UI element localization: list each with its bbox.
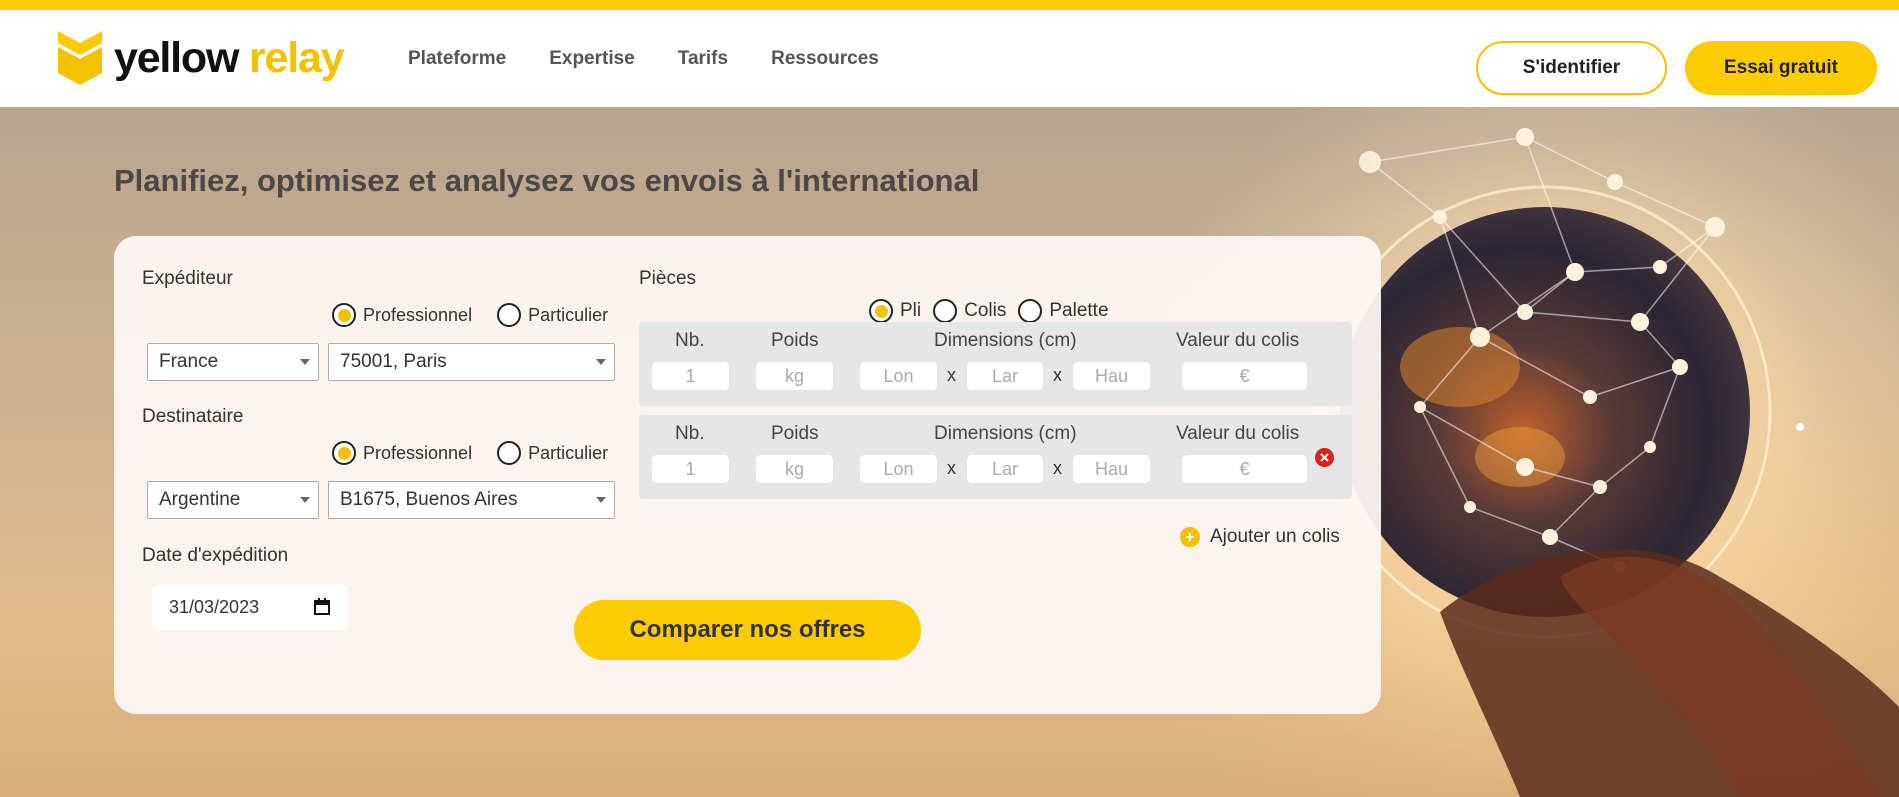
radio-label: Palette xyxy=(1049,300,1109,321)
brand-wordmark: yellow relay xyxy=(114,33,345,82)
radio-unselected-icon xyxy=(933,299,958,323)
dimension-separator: x xyxy=(947,365,956,385)
top-accent-stripe xyxy=(0,0,1899,10)
col-header-dimensions: Dimensions (cm) xyxy=(934,423,1077,444)
dimension-separator: x xyxy=(947,458,956,478)
col-header-weight: Poids xyxy=(771,330,819,351)
recipient-country-select[interactable]: Argentine xyxy=(147,481,319,519)
radio-selected-icon xyxy=(332,441,356,465)
parcel-width-input[interactable]: Lar xyxy=(967,455,1043,483)
recipient-type-group: Professionnel Particulier xyxy=(332,441,633,465)
col-header-dimensions: Dimensions (cm) xyxy=(934,330,1077,351)
recipient-label: Destinataire xyxy=(142,406,244,427)
add-parcel-button[interactable]: Ajouter un colis xyxy=(1180,526,1340,548)
parcel-row-1: Nb. Poids Dimensions (cm) Valeur du coli… xyxy=(639,322,1352,406)
nav-item-tarifs[interactable]: Tarifs xyxy=(678,48,728,70)
col-header-nb: Nb. xyxy=(675,330,705,351)
brand-word-yellow: yellow xyxy=(114,33,239,82)
close-icon xyxy=(1320,453,1329,462)
chevron-logo-icon xyxy=(58,31,102,85)
sender-type-individual[interactable]: Particulier xyxy=(497,303,608,327)
calendar-icon xyxy=(314,598,330,615)
sender-city-select[interactable]: 75001, Paris xyxy=(328,343,615,381)
col-header-weight: Poids xyxy=(771,423,819,444)
main-nav: Plateforme Expertise Tarifs Ressources xyxy=(408,48,922,70)
recipient-type-individual[interactable]: Particulier xyxy=(497,441,608,465)
col-header-value: Valeur du colis xyxy=(1176,330,1300,351)
select-value: France xyxy=(159,351,219,372)
chevron-down-icon xyxy=(596,497,606,503)
chevron-down-icon xyxy=(596,359,606,365)
col-header-value: Valeur du colis xyxy=(1176,423,1300,444)
parcel-length-input[interactable]: Lon xyxy=(860,455,937,483)
chevron-down-icon xyxy=(300,359,310,365)
parcel-value-input[interactable]: € xyxy=(1182,362,1307,390)
sender-type-group: Professionnel Particulier xyxy=(332,303,633,327)
free-trial-button[interactable]: Essai gratuit xyxy=(1685,41,1877,95)
parcel-value-input[interactable]: € xyxy=(1182,455,1307,483)
pieces-label: Pièces xyxy=(639,268,697,289)
parcel-count-input[interactable]: 1 xyxy=(652,362,729,390)
parcel-length-input[interactable]: Lon xyxy=(860,362,937,390)
parcel-row-2: Nb. Poids Dimensions (cm) Valeur du coli… xyxy=(639,415,1352,499)
parcel-count-input[interactable]: 1 xyxy=(652,455,729,483)
nav-item-ressources[interactable]: Ressources xyxy=(771,48,879,70)
radio-label: Colis xyxy=(964,300,1007,321)
chevron-down-icon xyxy=(300,497,310,503)
brand-logo[interactable]: yellow relay xyxy=(58,30,345,86)
recipient-type-professional[interactable]: Professionnel xyxy=(332,441,472,465)
dimension-separator: x xyxy=(1053,365,1062,385)
nav-item-expertise[interactable]: Expertise xyxy=(549,48,635,70)
parcel-weight-input[interactable]: kg xyxy=(756,362,833,390)
sender-country-select[interactable]: France xyxy=(147,343,319,381)
radio-selected-icon xyxy=(869,299,893,323)
login-button[interactable]: S'identifier xyxy=(1476,41,1667,95)
radio-label: Professionnel xyxy=(363,304,473,325)
compare-offers-button[interactable]: Comparer nos offres xyxy=(574,600,921,660)
parcel-weight-input[interactable]: kg xyxy=(756,455,833,483)
piece-type-parcel[interactable]: Colis xyxy=(933,299,1006,323)
shipment-quote-form: Expéditeur Professionnel Particulier Fra… xyxy=(114,236,1381,714)
remove-parcel-button[interactable] xyxy=(1315,448,1334,467)
site-header: yellow relay Plateforme Expertise Tarifs… xyxy=(0,10,1899,107)
hero-section: Planifiez, optimisez et analysez vos env… xyxy=(0,107,1899,797)
radio-label: Particulier xyxy=(528,442,609,463)
radio-selected-icon xyxy=(332,303,356,327)
sender-label: Expéditeur xyxy=(142,268,233,289)
col-header-nb: Nb. xyxy=(675,423,705,444)
plus-icon xyxy=(1180,527,1200,547)
piece-type-envelope[interactable]: Pli xyxy=(869,299,921,323)
select-value: B1675, Buenos Aires xyxy=(340,489,518,510)
nav-item-plateforme[interactable]: Plateforme xyxy=(408,48,506,70)
radio-label: Particulier xyxy=(528,304,609,325)
piece-type-group: Pli Colis Palette xyxy=(869,299,1134,323)
date-value: 31/03/2023 xyxy=(169,597,260,617)
radio-unselected-icon xyxy=(497,441,522,465)
parcel-height-input[interactable]: Hau xyxy=(1073,455,1150,483)
piece-type-pallet[interactable]: Palette xyxy=(1018,299,1109,323)
parcel-height-input[interactable]: Hau xyxy=(1073,362,1150,390)
brand-word-relay: relay xyxy=(249,33,345,82)
radio-unselected-icon xyxy=(1018,299,1043,323)
dimension-separator: x xyxy=(1053,458,1062,478)
radio-label: Pli xyxy=(900,300,922,321)
add-parcel-label: Ajouter un colis xyxy=(1210,526,1340,547)
parcel-width-input[interactable]: Lar xyxy=(967,362,1043,390)
radio-unselected-icon xyxy=(497,303,522,327)
shipping-date-label: Date d'expédition xyxy=(142,545,289,566)
radio-label: Professionnel xyxy=(363,442,473,463)
select-value: Argentine xyxy=(159,489,241,510)
shipping-date-input[interactable]: 31/03/2023 xyxy=(152,585,348,630)
recipient-city-select[interactable]: B1675, Buenos Aires xyxy=(328,481,615,519)
sender-type-professional[interactable]: Professionnel xyxy=(332,303,472,327)
hero-title: Planifiez, optimisez et analysez vos env… xyxy=(114,163,980,198)
select-value: 75001, Paris xyxy=(340,351,447,372)
